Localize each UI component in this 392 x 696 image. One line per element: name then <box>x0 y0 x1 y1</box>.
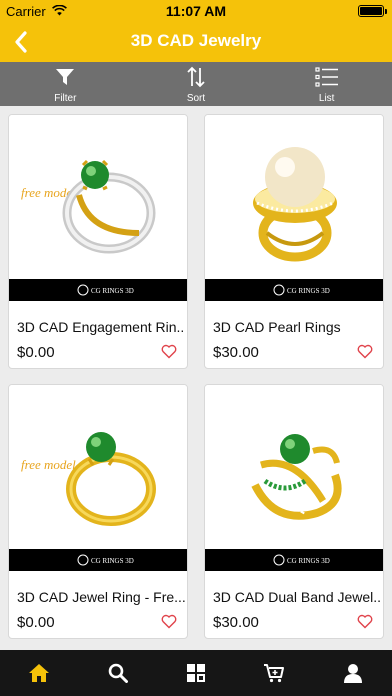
brand-strip: CG RINGS 3D <box>205 279 383 301</box>
product-card[interactable]: free model CG RINGS 3D 3D CAD Engagement… <box>8 114 188 369</box>
user-icon <box>343 664 362 683</box>
heart-icon[interactable] <box>357 614 373 629</box>
tab-bar <box>0 650 392 696</box>
sort-label: Sort <box>186 93 206 104</box>
search-icon <box>108 663 128 683</box>
tab-cart[interactable] <box>235 650 313 696</box>
tab-home[interactable] <box>0 650 78 696</box>
product-image: free model <box>9 115 187 279</box>
grid-icon <box>187 664 206 682</box>
product-title: 3D CAD Dual Band Jewel... <box>213 589 381 605</box>
product-price: $0.00 <box>17 614 55 631</box>
product-price: $0.00 <box>17 344 55 361</box>
battery-icon <box>358 5 387 17</box>
list-icon <box>315 67 338 87</box>
status-time: 11:07 AM <box>165 3 227 19</box>
product-card[interactable]: CG RINGS 3D 3D CAD Pearl Rings $30.00 <box>204 114 384 369</box>
product-title: 3D CAD Engagement Rin... <box>17 319 185 335</box>
navigation-bar: 3D CAD Jewelry <box>0 22 392 62</box>
heart-icon[interactable] <box>357 344 373 359</box>
free-model-watermark: free model <box>21 457 76 472</box>
brand-strip: CG RINGS 3D <box>205 549 383 571</box>
filter-icon <box>56 69 75 85</box>
product-image: free model <box>9 385 187 549</box>
page-title: 3D CAD Jewelry <box>130 31 262 50</box>
brand-strip-text: CG RINGS 3D <box>287 287 330 295</box>
product-price: $30.00 <box>213 614 259 631</box>
brand-strip: CG RINGS 3D <box>9 279 187 301</box>
list-button[interactable]: List <box>261 62 392 106</box>
filter-label: Filter <box>54 93 77 104</box>
product-title: 3D CAD Jewel Ring - Fre... <box>17 589 185 605</box>
sort-icon <box>187 66 205 88</box>
filter-button[interactable]: Filter <box>0 62 131 106</box>
heart-icon[interactable] <box>161 614 177 629</box>
tab-search[interactable] <box>78 650 156 696</box>
heart-icon[interactable] <box>161 344 177 359</box>
sort-button[interactable]: Sort <box>131 62 262 106</box>
status-bar: Carrier 11:07 AM <box>0 0 392 22</box>
product-image <box>205 385 383 549</box>
tab-account[interactable] <box>314 650 392 696</box>
product-card[interactable]: CG RINGS 3D 3D CAD Dual Band Jewel... $3… <box>204 384 384 639</box>
brand-strip-text: CG RINGS 3D <box>91 287 134 295</box>
cart-icon <box>264 664 285 683</box>
brand-strip-text: CG RINGS 3D <box>287 557 330 565</box>
product-price: $30.00 <box>213 344 259 361</box>
toolbar: Filter Sort List <box>0 62 392 106</box>
home-icon <box>29 664 50 682</box>
tab-categories[interactable] <box>157 650 235 696</box>
product-image <box>205 115 383 279</box>
brand-strip-text: CG RINGS 3D <box>91 557 134 565</box>
product-card[interactable]: free model CG RINGS 3D 3D CAD Jewel Ring… <box>8 384 188 639</box>
brand-strip: CG RINGS 3D <box>9 549 187 571</box>
product-title: 3D CAD Pearl Rings <box>213 319 341 335</box>
list-label: List <box>318 93 335 104</box>
